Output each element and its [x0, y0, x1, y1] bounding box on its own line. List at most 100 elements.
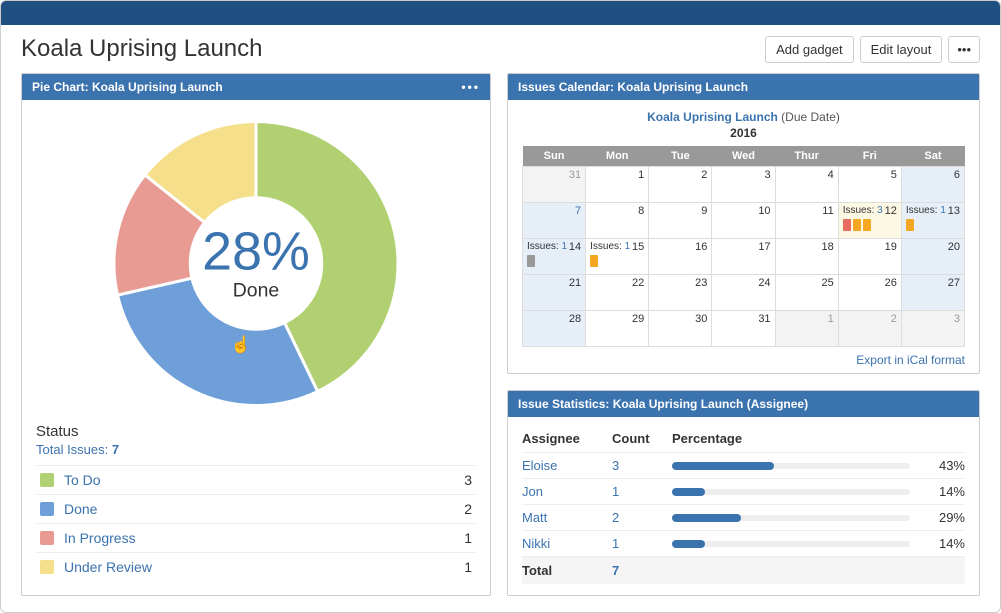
assignee-count[interactable]: 1	[612, 484, 672, 499]
legend-title: Status	[36, 423, 476, 440]
legend-label: Under Review	[64, 559, 442, 575]
legend-label: To Do	[64, 472, 442, 488]
assignee-link[interactable]: Matt	[522, 510, 612, 525]
calendar-cell[interactable]: 9	[649, 203, 712, 239]
calendar-gadget: Issues Calendar: Koala Uprising Launch K…	[507, 73, 980, 374]
assignee-count[interactable]: 1	[612, 536, 672, 551]
edit-layout-button[interactable]: Edit layout	[860, 36, 943, 63]
calendar-project-link[interactable]: Koala Uprising Launch	[647, 110, 778, 124]
calendar-cell[interactable]: 23	[649, 275, 712, 311]
assignee-link[interactable]: Nikki	[522, 536, 612, 551]
gadget-menu-icon[interactable]: •••	[461, 80, 480, 94]
calendar-cell[interactable]: 17	[712, 239, 775, 275]
issue-count-label: Issues: 1	[590, 241, 630, 252]
issue-count-label: Issues: 3	[843, 205, 883, 216]
calendar-date: 1	[828, 313, 834, 325]
calendar-day-header: Sat	[901, 146, 964, 167]
issue-blip	[527, 255, 535, 267]
pie-center-label: Done	[233, 279, 279, 301]
calendar-date: 23	[695, 277, 707, 289]
assignee-link[interactable]: Eloise	[522, 458, 612, 473]
calendar-cell[interactable]: 8	[586, 203, 649, 239]
calendar-date: 26	[885, 277, 897, 289]
calendar-cell[interactable]: Issues: 114	[523, 239, 586, 275]
calendar-date: 2	[701, 169, 707, 181]
calendar-cell[interactable]: 31	[712, 311, 775, 347]
calendar-cell[interactable]: 22	[586, 275, 649, 311]
calendar-cell[interactable]: 1	[775, 311, 838, 347]
calendar-cell[interactable]: 25	[775, 275, 838, 311]
calendar-date: 24	[758, 277, 770, 289]
legend-row[interactable]: To Do 3	[36, 465, 476, 494]
stats-row: Jon 1 14%	[522, 478, 965, 504]
assignee-count[interactable]: 2	[612, 510, 672, 525]
assignee-link[interactable]: Jon	[522, 484, 612, 499]
calendar-date: 14	[569, 241, 581, 253]
calendar-cell[interactable]: 2	[838, 311, 901, 347]
calendar-cell[interactable]: 26	[838, 275, 901, 311]
calendar-cell[interactable]: 4	[775, 167, 838, 203]
calendar-cell[interactable]: 24	[712, 275, 775, 311]
calendar-date: 31	[569, 169, 581, 181]
percentage-bar	[672, 541, 910, 547]
legend-count: 1	[442, 559, 472, 575]
calendar-date: 13	[948, 205, 960, 217]
calendar-table: SunMonTueWedThurFriSat 311234567891011Is…	[522, 146, 965, 347]
calendar-cell[interactable]: Issues: 312	[838, 203, 901, 239]
calendar-date: 3	[764, 169, 770, 181]
calendar-cell[interactable]: 10	[712, 203, 775, 239]
calendar-cell[interactable]: 5	[838, 167, 901, 203]
calendar-cell[interactable]: Issues: 115	[586, 239, 649, 275]
assignee-count[interactable]: 3	[612, 458, 672, 473]
calendar-cell[interactable]: 11	[775, 203, 838, 239]
export-ical-link[interactable]: Export in iCal format	[856, 353, 965, 367]
legend-row[interactable]: Done 2	[36, 494, 476, 523]
issue-blip	[853, 219, 861, 231]
calendar-cell[interactable]: 2	[649, 167, 712, 203]
percentage-text: 14%	[920, 536, 965, 551]
calendar-cell[interactable]: 19	[838, 239, 901, 275]
issue-blip	[863, 219, 871, 231]
calendar-day-header: Thur	[775, 146, 838, 167]
stats-total-label: Total	[522, 563, 612, 578]
add-gadget-button[interactable]: Add gadget	[765, 36, 854, 63]
stats-col-assignee: Assignee	[522, 431, 612, 446]
calendar-date: 21	[569, 277, 581, 289]
calendar-cell[interactable]: 28	[523, 311, 586, 347]
calendar-date: 9	[701, 205, 707, 217]
calendar-cell[interactable]: 7	[523, 203, 586, 239]
top-bar	[1, 1, 1000, 25]
calendar-cell[interactable]: 3	[712, 167, 775, 203]
calendar-cell[interactable]: Issues: 113	[901, 203, 964, 239]
legend-label: In Progress	[64, 530, 442, 546]
issue-blip	[843, 219, 851, 231]
calendar-cell[interactable]: 30	[649, 311, 712, 347]
stats-row: Matt 2 29%	[522, 504, 965, 530]
calendar-date: 22	[632, 277, 644, 289]
page-title: Koala Uprising Launch	[21, 35, 263, 63]
calendar-cell[interactable]: 31	[523, 167, 586, 203]
legend-total[interactable]: Total Issues: 7	[36, 442, 476, 457]
calendar-date: 12	[885, 205, 897, 217]
calendar-cell[interactable]: 27	[901, 275, 964, 311]
calendar-cell[interactable]: 1	[586, 167, 649, 203]
legend-row[interactable]: Under Review 1	[36, 552, 476, 581]
calendar-cell[interactable]: 20	[901, 239, 964, 275]
calendar-date: 19	[885, 241, 897, 253]
calendar-date: 20	[948, 241, 960, 253]
calendar-cell[interactable]: 3	[901, 311, 964, 347]
calendar-cell[interactable]: 16	[649, 239, 712, 275]
calendar-cell[interactable]: 6	[901, 167, 964, 203]
calendar-date: 6	[954, 169, 960, 181]
calendar-cell[interactable]: 29	[586, 311, 649, 347]
issue-count-label: Issues: 1	[906, 205, 946, 216]
statistics-title: Issue Statistics: Koala Uprising Launch …	[518, 397, 808, 411]
more-icon[interactable]: •••	[948, 36, 980, 63]
calendar-cell[interactable]: 18	[775, 239, 838, 275]
stats-col-count: Count	[612, 431, 672, 446]
legend-row[interactable]: In Progress 1	[36, 523, 476, 552]
stats-row: Nikki 1 14%	[522, 530, 965, 556]
calendar-subtitle: (Due Date)	[781, 110, 840, 124]
calendar-cell[interactable]: 21	[523, 275, 586, 311]
stats-total-count[interactable]: 7	[612, 563, 672, 578]
